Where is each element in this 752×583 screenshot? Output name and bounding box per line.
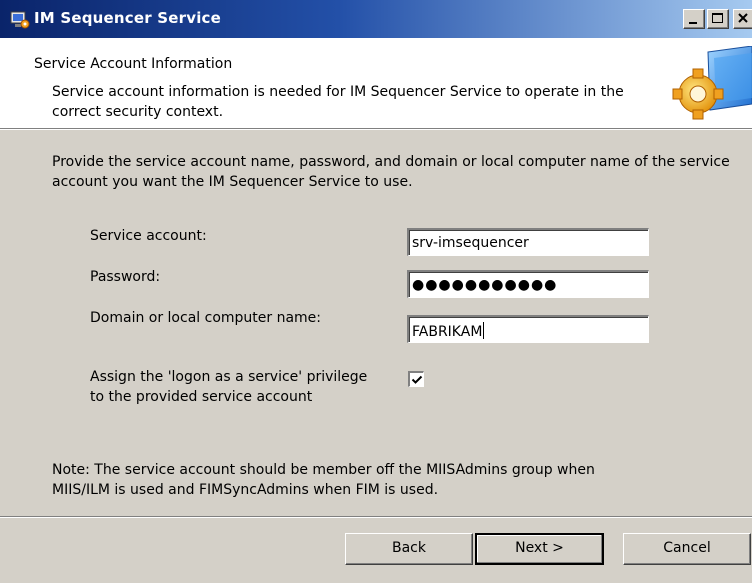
password-label: Password:	[90, 269, 161, 285]
service-account-input[interactable]: srv-imsequencer	[407, 228, 649, 256]
title-bar: IM Sequencer Service	[0, 0, 752, 38]
domain-value: FABRIKAM	[412, 324, 483, 340]
checkmark-icon	[411, 375, 423, 384]
note-text: Note: The service account should be memb…	[52, 460, 732, 500]
minimize-icon	[689, 22, 697, 24]
privilege-label-line2: to the provided service account	[90, 389, 313, 405]
maximize-button[interactable]	[707, 9, 729, 29]
window-title: IM Sequencer Service	[34, 9, 222, 27]
service-account-value: srv-imsequencer	[412, 235, 529, 251]
password-value: ●●●●●●●●●●●	[412, 277, 558, 293]
header-description: Service account information is needed fo…	[52, 84, 624, 120]
next-button[interactable]: Next >	[475, 533, 604, 565]
domain-label: Domain or local computer name:	[90, 310, 322, 326]
cancel-button[interactable]: Cancel	[623, 533, 751, 565]
close-icon	[738, 13, 748, 23]
close-button[interactable]	[733, 9, 752, 29]
intro-text: Provide the service account name, passwo…	[52, 154, 730, 190]
app-icon	[10, 10, 30, 30]
note-line-2: MIIS/ILM is used and FIMSyncAdmins when …	[52, 482, 439, 498]
header-divider-highlight	[0, 129, 752, 130]
privilege-label-line1: Assign the 'logon as a service' privileg…	[90, 369, 368, 385]
header-title: Service Account Information	[34, 56, 233, 72]
note-line-1: Note: The service account should be memb…	[52, 462, 595, 478]
minimize-button[interactable]	[683, 9, 705, 29]
password-input[interactable]: ●●●●●●●●●●●	[407, 270, 649, 298]
gear-monitor-icon	[670, 45, 752, 128]
text-caret	[483, 322, 485, 339]
maximize-icon	[712, 13, 723, 23]
privilege-checkbox[interactable]	[408, 371, 424, 387]
footer-divider-highlight	[0, 517, 752, 518]
wizard-header: Service Account Information Service acco…	[0, 38, 752, 128]
domain-input[interactable]: FABRIKAM	[407, 315, 649, 343]
back-button[interactable]: Back	[345, 533, 473, 565]
service-account-label: Service account:	[90, 228, 207, 244]
